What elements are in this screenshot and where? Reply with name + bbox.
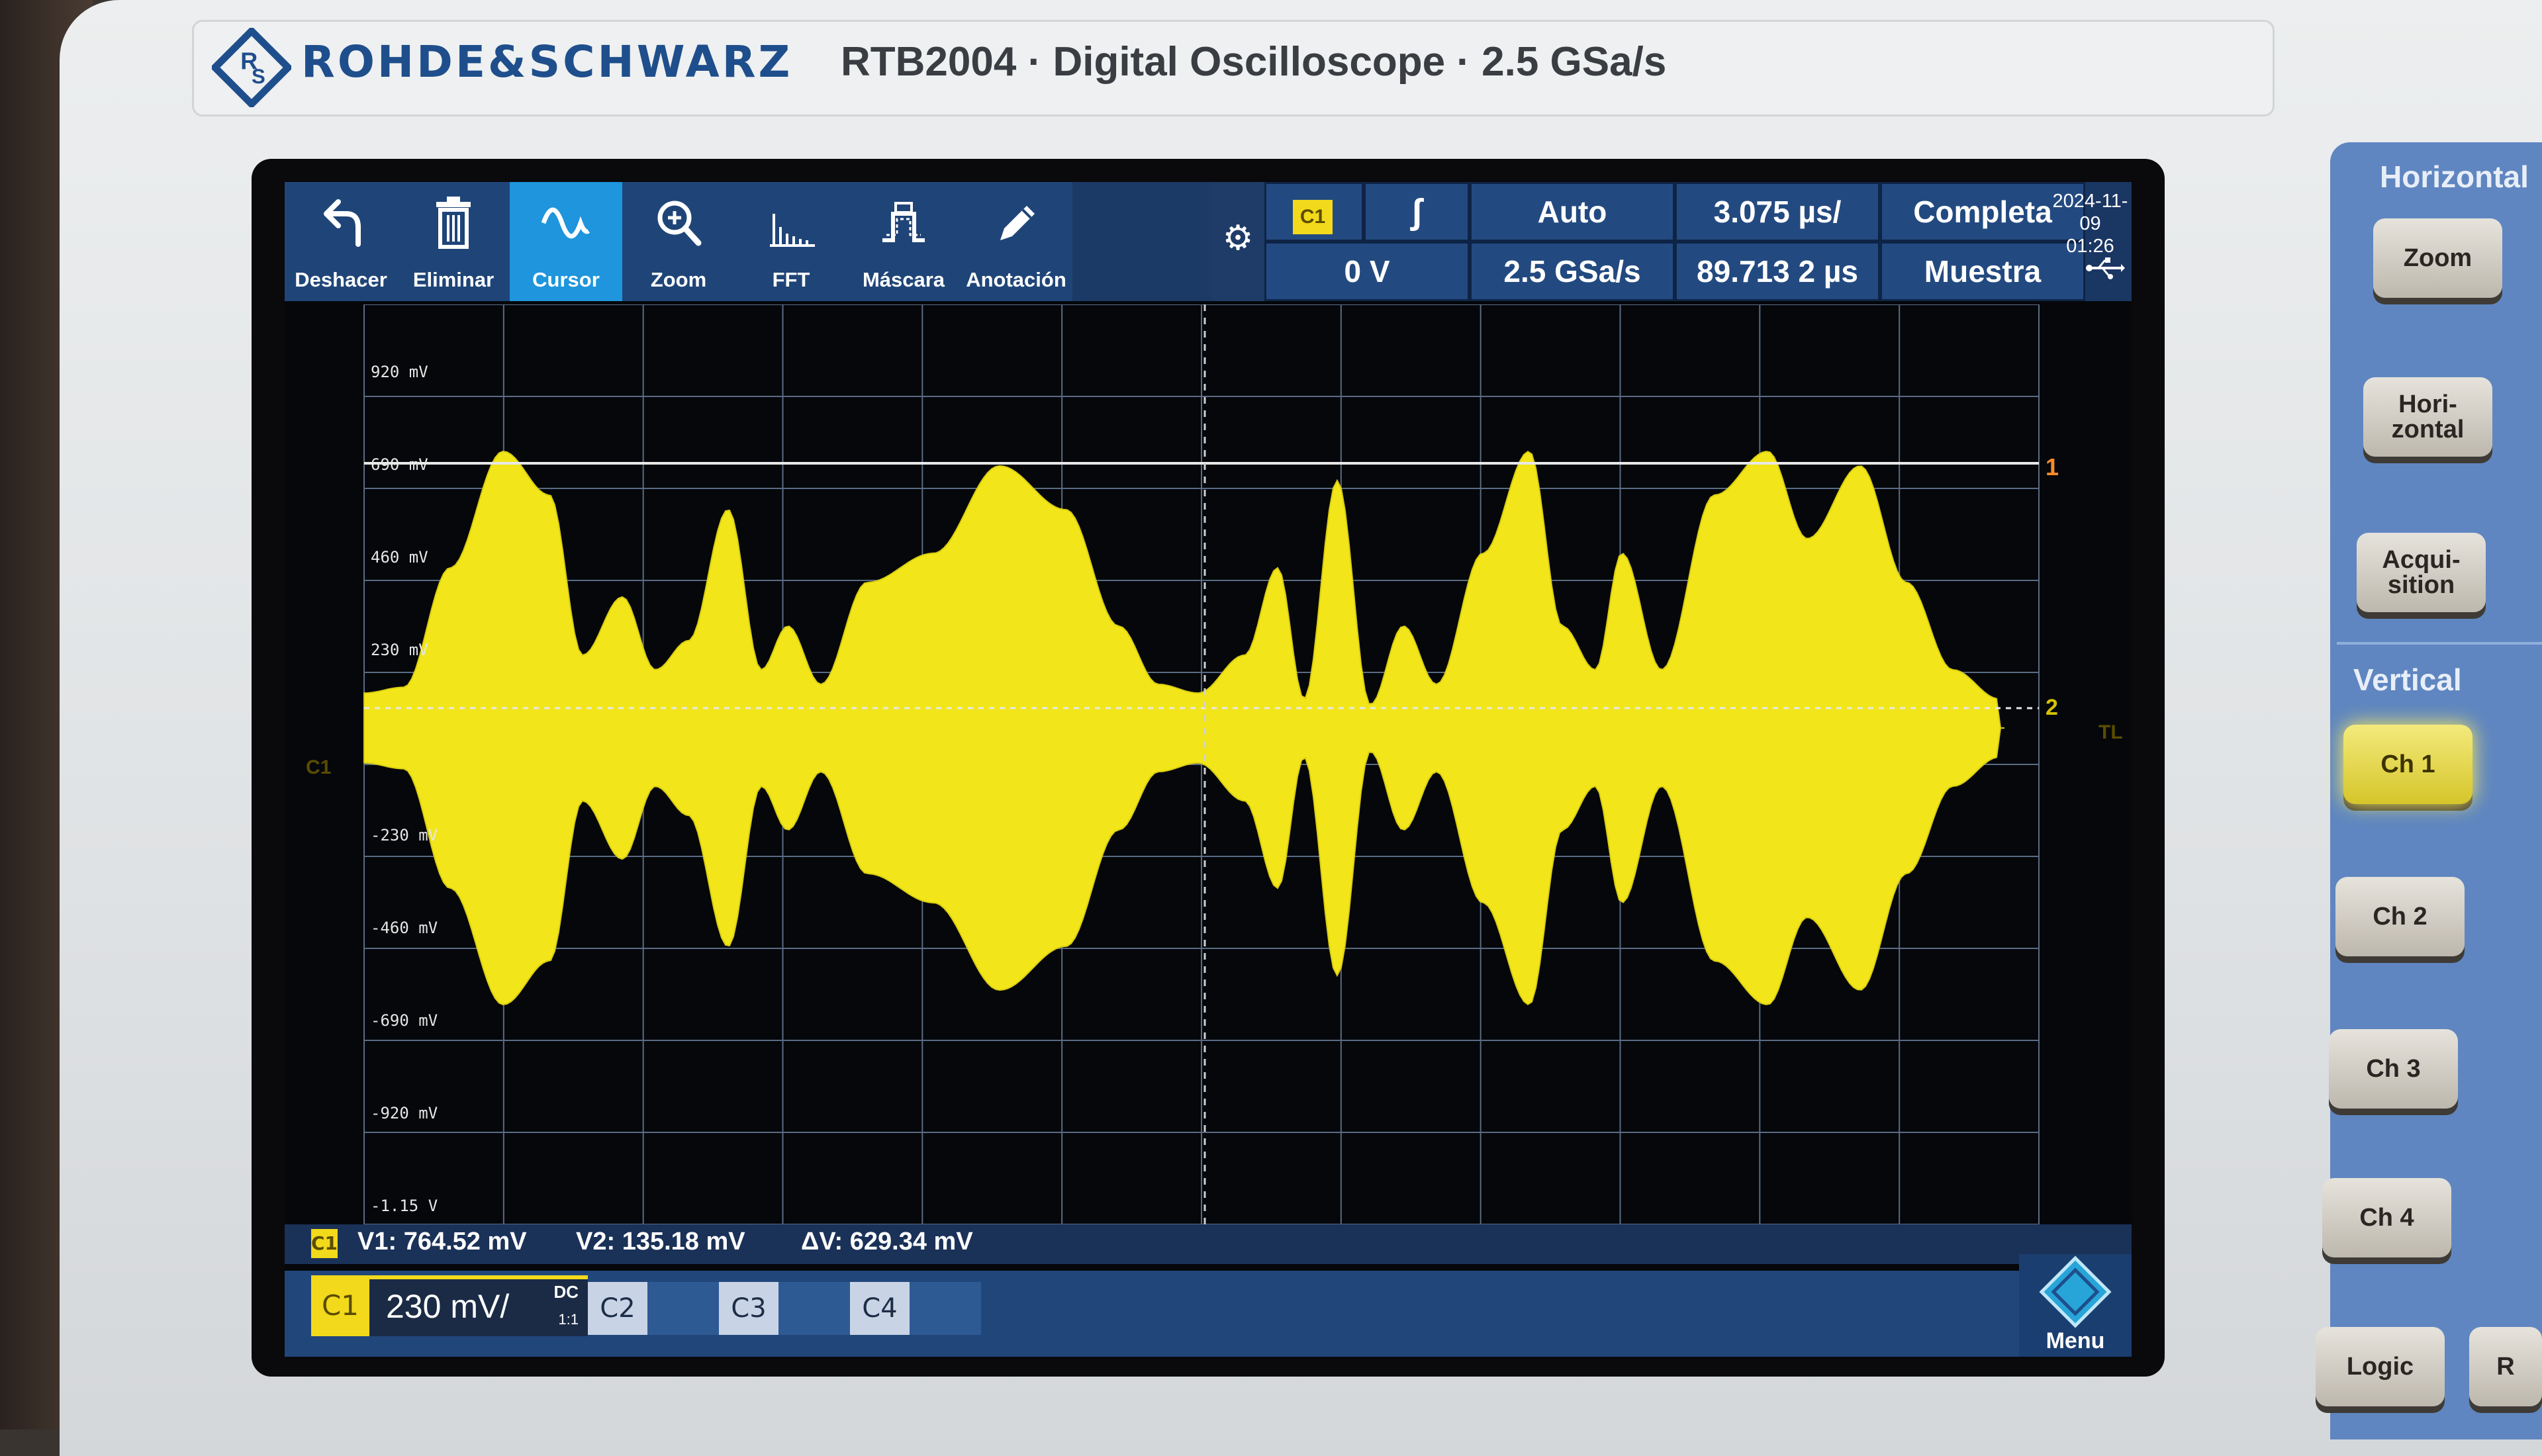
- ch1-scale: 230 mV/: [386, 1288, 510, 1325]
- cursor-delta-v: ΔV: 629.34 mV: [801, 1228, 973, 1255]
- r-hw-button[interactable]: R: [2469, 1327, 2542, 1406]
- trigger-source-cell[interactable]: C1: [1264, 182, 1364, 242]
- undo-icon: [324, 199, 361, 247]
- ch1-waveform-envelope: [363, 450, 2004, 1006]
- rs-menu-icon: [2039, 1255, 2112, 1328]
- cursor-button[interactable]: Cursor: [510, 182, 624, 301]
- svg-text:S: S: [252, 65, 265, 88]
- ch1-marker-label: C1: [306, 756, 332, 778]
- zoom-hw-button[interactable]: Zoom: [2373, 218, 2502, 298]
- gear-icon: ⚙: [1222, 218, 1254, 258]
- ch4-scale-box[interactable]: [910, 1282, 981, 1335]
- ch1-coupling: DC: [553, 1282, 579, 1302]
- ch1-hw-button[interactable]: Ch 1: [2343, 725, 2472, 804]
- date-time: 2024-11-09 01:26: [2049, 190, 2132, 257]
- zoom-button[interactable]: Zoom: [622, 182, 737, 301]
- ch1-trace: [363, 450, 2004, 1006]
- trigger-mode-cell[interactable]: Auto: [1470, 182, 1675, 242]
- ch2-hw-button[interactable]: Ch 2: [2335, 877, 2465, 956]
- fft-label: FFT: [772, 268, 810, 291]
- trash-icon: [436, 197, 471, 249]
- ch1-scale-box[interactable]: 230 mV/ DC 1:1: [369, 1275, 588, 1336]
- zoom-label: Zoom: [650, 268, 707, 291]
- y-tick-label: -230 mV: [371, 826, 438, 844]
- ch4-tag[interactable]: C4: [850, 1282, 910, 1335]
- trigger-source-badge: C1: [1293, 200, 1333, 234]
- mask-label: Máscara: [862, 268, 945, 291]
- horizontal-hw-button[interactable]: Hori- zontal: [2363, 377, 2492, 457]
- y-tick-label: -460 mV: [371, 919, 438, 937]
- rs-logo-icon: R S: [212, 28, 291, 107]
- undo-label: Deshacer: [295, 268, 387, 291]
- ch1-probe: 1:1: [558, 1311, 579, 1328]
- time-position-cell[interactable]: 89.713 2 µs: [1675, 242, 1880, 301]
- mask-button[interactable]: Máscara: [847, 182, 962, 301]
- fft-button[interactable]: FFT: [735, 182, 849, 301]
- panel-divider: [2337, 642, 2542, 645]
- brand-name: ROHDE&SCHWARZ: [301, 36, 793, 87]
- cursor-info-bar: [285, 1224, 2132, 1264]
- model-title: RTB2004 · Digital Oscilloscope · 2.5 GSa…: [841, 39, 1667, 85]
- fft-icon: [770, 214, 815, 247]
- toolbar: Deshacer Eliminar Cursor Zoom FFT Máscar…: [285, 182, 2132, 301]
- annotation-label: Anotación: [966, 268, 1066, 291]
- ch2-scale-box[interactable]: [647, 1282, 719, 1335]
- delete-label: Eliminar: [412, 268, 494, 291]
- timebase-cell[interactable]: 3.075 µs/: [1675, 182, 1880, 242]
- menu-label: Menu: [2046, 1328, 2105, 1353]
- pencil-icon: [1000, 206, 1035, 240]
- magnifier-icon: [657, 201, 702, 246]
- undo-button[interactable]: Deshacer: [285, 182, 399, 301]
- menu-button[interactable]: Menu: [2019, 1254, 2132, 1357]
- horizontal-section-title: Horizontal: [2380, 159, 2529, 194]
- ch2-tag[interactable]: C2: [588, 1282, 647, 1335]
- y-tick-label: -690 mV: [371, 1011, 438, 1030]
- time-text: 01:26: [2066, 236, 2114, 257]
- cursor-v1: V1: 764.52 mV: [357, 1228, 527, 1255]
- logic-hw-button[interactable]: Logic: [2316, 1327, 2445, 1406]
- y-tick-label: -1.15 V: [371, 1197, 438, 1215]
- mask-icon: [882, 202, 925, 242]
- trigger-slope-cell[interactable]: ʃ: [1364, 182, 1470, 242]
- settings-button[interactable]: ⚙: [1211, 182, 1264, 301]
- cursor-1-label: 1: [2046, 453, 2059, 480]
- tl-marker-label: TL: [2098, 721, 2123, 743]
- vertical-section-title: Vertical: [2353, 662, 2462, 697]
- cursor-label: Cursor: [532, 268, 600, 291]
- sample-rate-cell[interactable]: 2.5 GSa/s: [1470, 242, 1675, 301]
- date-text: 2024-11-09: [2052, 191, 2128, 234]
- rising-edge-icon: ʃ: [1411, 192, 1423, 232]
- oscilloscope-screen: Deshacer Eliminar Cursor Zoom FFT Máscar…: [285, 182, 2132, 1357]
- y-tick-label: 230 mV: [371, 641, 428, 659]
- cursor-wave-icon: [541, 207, 590, 239]
- delete-button[interactable]: Eliminar: [397, 182, 512, 301]
- ch1-tag[interactable]: C1: [311, 1275, 369, 1336]
- y-tick-label: 460 mV: [371, 548, 428, 567]
- y-tick-label: 920 mV: [371, 363, 428, 381]
- toolbar-spacer: [1072, 182, 1211, 301]
- cursor-2-label: 2: [2046, 695, 2058, 720]
- ch3-tag[interactable]: C3: [719, 1282, 778, 1335]
- usb-icon: [2086, 257, 2125, 279]
- ch3-scale-box[interactable]: [778, 1282, 850, 1335]
- cursor-source-badge: C1: [311, 1229, 338, 1258]
- trigger-level-cell[interactable]: 0 V: [1264, 242, 1470, 301]
- cursor-v2: V2: 135.18 mV: [576, 1228, 745, 1255]
- waveform-display[interactable]: 920 mV690 mV460 mV230 mV-230 mV-460 mV-6…: [344, 304, 2065, 1264]
- acquisition-hw-button[interactable]: Acqui- sition: [2357, 533, 2486, 612]
- ch4-hw-button[interactable]: Ch 4: [2322, 1178, 2451, 1257]
- y-tick-label: -920 mV: [371, 1104, 438, 1122]
- annotation-button[interactable]: Anotación: [960, 182, 1074, 301]
- ch3-hw-button[interactable]: Ch 3: [2329, 1029, 2458, 1109]
